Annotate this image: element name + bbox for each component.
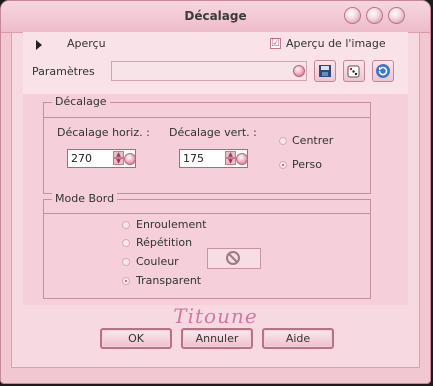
wrap-label[interactable]: Enroulement <box>136 218 207 231</box>
offset-group-title: Décalage <box>52 95 110 108</box>
transparent-label[interactable]: Transparent <box>136 274 201 287</box>
transparent-radio[interactable] <box>122 277 130 285</box>
horizontal-offset-stepper[interactable]: ▲ ▼ <box>113 151 124 166</box>
minimize-button[interactable] <box>344 7 361 24</box>
save-preset-button[interactable] <box>314 60 336 82</box>
horizontal-offset-label: Décalage horiz. : <box>57 126 150 139</box>
watermark-signature: Titoune <box>173 304 258 328</box>
floppy-disk-icon <box>319 65 331 77</box>
spin-up-icon[interactable]: ▲ <box>225 151 236 158</box>
spin-down-icon[interactable]: ▼ <box>225 158 236 165</box>
horizontal-offset-knob-icon[interactable] <box>124 153 136 165</box>
image-preview-checkbox[interactable]: ☑ <box>270 38 281 49</box>
custom-radio[interactable] <box>279 161 287 169</box>
preview-label[interactable]: Aperçu <box>67 37 106 50</box>
center-radio[interactable] <box>279 137 287 145</box>
offset-group: Décalage <box>43 95 371 194</box>
spin-down-icon[interactable]: ▼ <box>113 158 124 165</box>
vertical-offset-label: Décalage vert. : <box>169 126 257 139</box>
vertical-offset-stepper[interactable]: ▲ ▼ <box>225 151 236 166</box>
cancel-button[interactable]: Annuler <box>181 328 253 349</box>
help-button[interactable]: Aide <box>262 328 334 349</box>
presets-dropdown-icon[interactable] <box>293 65 305 77</box>
edge-mode-group-title: Mode Bord <box>52 192 118 205</box>
dialog-window: Décalage Aperçu ☑ Aperçu de l'image Para… <box>0 0 431 384</box>
custom-label[interactable]: Perso <box>292 158 322 171</box>
expand-preview-icon[interactable] <box>36 40 42 50</box>
wrap-radio[interactable] <box>122 221 130 229</box>
random-preset-button[interactable] <box>343 60 365 82</box>
no-color-icon <box>226 251 240 265</box>
maximize-button[interactable] <box>366 7 383 24</box>
spin-up-icon[interactable]: ▲ <box>113 151 124 158</box>
reset-button[interactable] <box>372 60 394 82</box>
center-label[interactable]: Centrer <box>292 134 333 147</box>
color-radio[interactable] <box>122 258 130 266</box>
dice-icon <box>347 65 360 78</box>
vertical-offset-value: 175 <box>183 152 204 165</box>
repeat-radio[interactable] <box>122 239 130 247</box>
presets-select[interactable] <box>111 61 307 81</box>
horizontal-offset-value: 270 <box>71 152 92 165</box>
settings-label: Paramètres <box>32 65 95 78</box>
close-button[interactable] <box>388 7 405 24</box>
color-label[interactable]: Couleur <box>136 255 179 268</box>
repeat-label[interactable]: Répétition <box>136 236 192 249</box>
ok-button[interactable]: OK <box>100 328 172 349</box>
reset-arrow-icon <box>376 64 390 78</box>
vertical-offset-knob-icon[interactable] <box>236 153 248 165</box>
title-bar[interactable]: Décalage <box>1 1 430 33</box>
edge-color-swatch[interactable] <box>207 248 261 269</box>
image-preview-label[interactable]: Aperçu de l'image <box>286 37 386 50</box>
